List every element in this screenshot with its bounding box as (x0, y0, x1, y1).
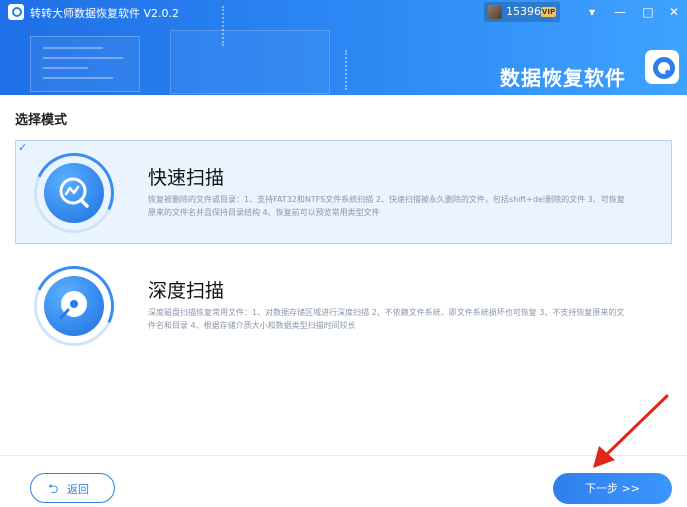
header-decoration (222, 6, 226, 46)
header-decoration (345, 50, 349, 90)
brand-title: 数据恢复软件 (500, 66, 626, 90)
menu-dropdown-button[interactable]: ▾ (582, 3, 602, 21)
brand-logo-icon (645, 50, 679, 84)
next-step-button[interactable]: 下一步 >> (553, 473, 672, 504)
quick-scan-icon (22, 141, 126, 245)
mode-title: 深度扫描 (148, 280, 225, 302)
selected-check-icon: ✓ (18, 141, 28, 154)
minimize-button[interactable]: — (610, 3, 630, 21)
annotation-arrow-icon (593, 394, 669, 468)
mode-description: 深度磁盘扫描恢复常用文件：1、对数据存储区域进行深度扫描 2、不依赖文件系统，即… (148, 308, 625, 330)
return-arrow-icon: ⮌ (48, 482, 59, 497)
close-button[interactable]: ✕ (664, 3, 684, 21)
back-label: 返回 (67, 483, 89, 496)
header-decoration (170, 30, 330, 94)
app-logo-icon (8, 4, 24, 20)
back-button[interactable]: ⮌ 返回 (30, 473, 115, 503)
mode-card-quick-scan[interactable]: ✓ 快速扫描 恢复被删除的文件或目录：1、支持FAT32和NTFS文件系统扫描 … (15, 140, 672, 245)
deep-scan-icon (22, 254, 126, 358)
footer-divider (0, 455, 687, 456)
section-title: 选择模式 (15, 113, 68, 128)
vip-badge: VIP (541, 7, 556, 17)
mode-card-deep-scan[interactable]: 深度扫描 深度磁盘扫描恢复常用文件：1、对数据存储区域进行深度扫描 2、不依赖文… (15, 253, 672, 358)
maximize-button[interactable]: □ (638, 3, 658, 21)
mode-title: 快速扫描 (148, 167, 225, 189)
avatar (488, 5, 502, 19)
header-decoration (30, 36, 140, 92)
user-account[interactable]: 15396... VIP (484, 2, 560, 22)
app-header: 转转大师数据恢复软件 V2.0.2 15396... VIP ▾ — □ ✕ 数… (0, 0, 687, 95)
app-title: 转转大师数据恢复软件 V2.0.2 (30, 7, 180, 20)
mode-description: 恢复被删除的文件或目录：1、支持FAT32和NTFS文件系统扫描 2、快速扫描被… (148, 195, 625, 217)
